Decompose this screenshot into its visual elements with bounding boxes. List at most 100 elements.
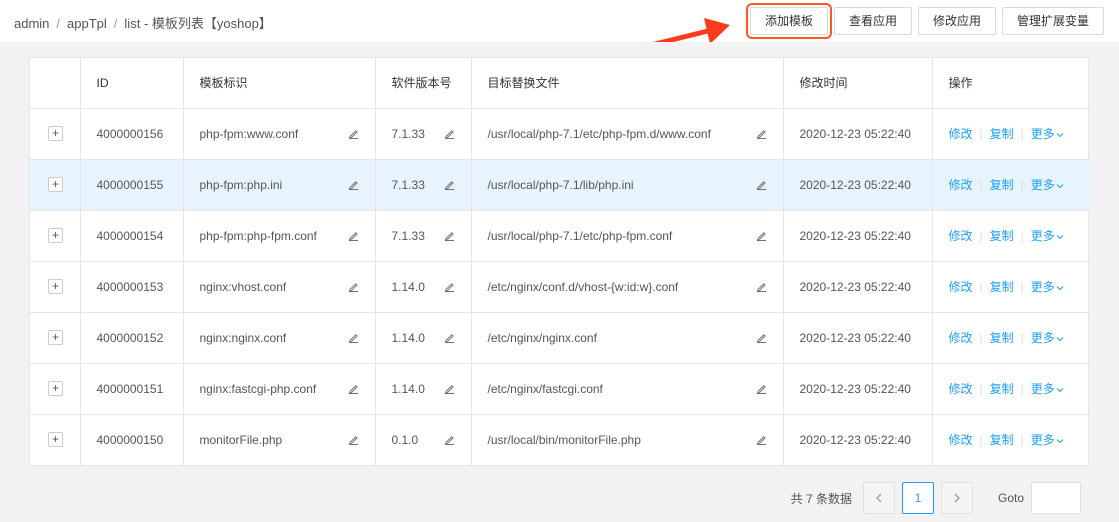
cell-actions: 修改 | 复制 | 更多 — [932, 363, 1090, 415]
expand-row-button[interactable]: + — [48, 381, 63, 396]
row-copy-link[interactable]: 复制 — [990, 178, 1014, 192]
view-app-button[interactable]: 查看应用 — [833, 7, 912, 35]
action-separator: | — [1020, 178, 1024, 192]
pencil-edit-icon[interactable] — [348, 332, 359, 343]
pencil-edit-icon[interactable] — [444, 434, 455, 446]
pencil-edit-icon[interactable] — [444, 179, 455, 190]
pencil-edit-icon[interactable] — [756, 281, 767, 292]
action-separator: | — [1020, 229, 1024, 243]
row-more-dropdown[interactable]: 更多 — [1031, 229, 1064, 243]
row-more-dropdown[interactable]: 更多 — [1031, 178, 1064, 192]
pencil-edit-icon[interactable] — [444, 383, 455, 394]
action-separator: | — [979, 382, 983, 396]
row-more-dropdown[interactable]: 更多 — [1031, 280, 1064, 294]
goto-page-input[interactable] — [1031, 482, 1081, 514]
row-more-dropdown[interactable]: 更多 — [1031, 127, 1064, 141]
pencil-edit-icon[interactable] — [756, 434, 767, 446]
template-name-text: nginx:fastcgi-php.conf — [199, 381, 317, 396]
expand-row-button[interactable]: + — [48, 228, 63, 243]
table-row[interactable]: +4000000154 php-fpm:php-fpm.conf 7.1.33/us… — [30, 210, 1090, 262]
cell-target-file: /usr/local/php-7.1/lib/php.ini — [471, 159, 784, 211]
chevron-down-icon — [1056, 285, 1064, 291]
cell-modified-time: 2020-12-23 05:22:40 — [783, 363, 933, 415]
table-row[interactable]: +4000000155 php-fpm:php.ini 7.1.33/usr/loc… — [30, 159, 1090, 211]
expand-row-button[interactable]: + — [48, 126, 63, 141]
action-separator: | — [979, 433, 983, 448]
pencil-edit-icon[interactable] — [348, 128, 359, 139]
table-row[interactable]: +4000000150 monitorFile.php 0.1.0/usr/loca… — [30, 414, 1090, 465]
pencil-edit-icon[interactable] — [444, 128, 455, 139]
pencil-edit-icon[interactable] — [348, 383, 359, 394]
row-edit-link[interactable]: 修改 — [949, 229, 973, 243]
row-edit-link[interactable]: 修改 — [949, 127, 973, 141]
row-copy-link[interactable]: 复制 — [990, 280, 1014, 294]
version-text: 1.14.0 — [391, 381, 425, 396]
row-more-label: 更多 — [1030, 433, 1055, 448]
add-template-button[interactable]: 添加模板 — [745, 3, 832, 39]
pencil-edit-icon[interactable] — [756, 179, 767, 190]
cell-actions: 修改 | 复制 | 更多 — [932, 210, 1090, 262]
pencil-edit-icon[interactable] — [444, 332, 455, 343]
expand-row-button[interactable]: + — [48, 279, 63, 294]
row-edit-link[interactable]: 修改 — [949, 331, 973, 345]
cell-template-name: php-fpm:www.conf — [183, 108, 376, 160]
row-copy-link[interactable]: 复制 — [990, 382, 1014, 396]
template-name-text: nginx:vhost.conf — [199, 279, 287, 294]
cell-id: 4000000153 — [80, 261, 184, 313]
breadcrumb-apptpl[interactable]: appTpl — [67, 16, 107, 31]
table-row[interactable]: +4000000156 php-fpm:www.conf 7.1.33/usr/lo… — [30, 108, 1090, 160]
pencil-edit-icon[interactable] — [444, 230, 455, 241]
page-1-button[interactable]: 1 — [901, 482, 934, 514]
row-more-label: 更多 — [1030, 280, 1055, 294]
version-text: 7.1.33 — [391, 126, 425, 141]
row-more-dropdown[interactable]: 更多 — [1031, 382, 1064, 396]
row-more-dropdown[interactable]: 更多 — [1031, 331, 1064, 345]
cell-modified-time: 2020-12-23 05:22:40 — [783, 261, 933, 313]
version-text: 0.1.0 — [391, 432, 419, 447]
breadcrumb-list[interactable]: list — [124, 16, 140, 31]
expand-row-button[interactable]: + — [48, 330, 63, 345]
pencil-edit-icon[interactable] — [348, 281, 359, 292]
row-edit-link[interactable]: 修改 — [949, 280, 973, 294]
pencil-edit-icon[interactable] — [756, 128, 767, 139]
version-text: 7.1.33 — [391, 177, 425, 192]
prev-page-button[interactable] — [862, 482, 895, 514]
row-copy-link[interactable]: 复制 — [990, 127, 1014, 141]
table-row[interactable]: +4000000153 nginx:vhost.conf 1.14.0/etc/ng… — [30, 261, 1090, 313]
pencil-edit-icon[interactable] — [756, 230, 767, 241]
cell-actions: 修改 | 复制 | 更多 — [932, 414, 1090, 465]
cell-id: 4000000154 — [80, 210, 184, 262]
pencil-edit-icon[interactable] — [756, 332, 767, 343]
cell-actions: 修改 | 复制 | 更多 — [932, 312, 1090, 364]
table-row[interactable]: +4000000151 nginx:fastcgi-php.conf 1.14.0 /… — [30, 363, 1090, 415]
row-more-dropdown[interactable]: 更多 — [1031, 433, 1064, 447]
pencil-edit-icon[interactable] — [348, 230, 359, 241]
cell-version: 7.1.33 — [375, 108, 472, 160]
cell-target-file: /usr/local/php-7.1/etc/php-fpm.d/www.con… — [471, 108, 784, 160]
target-file-text: /etc/nginx/nginx.conf — [487, 330, 597, 345]
expand-row-button[interactable]: + — [48, 432, 63, 448]
expand-cell: + — [30, 210, 81, 262]
row-more-label: 更多 — [1030, 178, 1055, 192]
table-header-row: ID 模板标识 软件版本号 目标替换文件 修改时间 操作 — [30, 58, 1090, 109]
next-page-button[interactable] — [940, 482, 973, 514]
table-row[interactable]: +4000000152 nginx:nginx.conf 1.14.0/etc/ng… — [30, 312, 1090, 364]
breadcrumb-admin[interactable]: admin — [14, 16, 49, 31]
row-more-label: 更多 — [1030, 331, 1055, 345]
row-edit-link[interactable]: 修改 — [949, 382, 973, 396]
edit-app-button[interactable]: 修改应用 — [917, 7, 996, 35]
expand-row-button[interactable]: + — [48, 177, 63, 192]
pencil-edit-icon[interactable] — [756, 383, 767, 394]
row-edit-link[interactable]: 修改 — [949, 178, 973, 192]
manage-vars-button[interactable]: 管理扩展变量 — [1001, 7, 1104, 35]
pencil-edit-icon[interactable] — [348, 434, 359, 446]
row-copy-link[interactable]: 复制 — [990, 331, 1014, 345]
row-edit-link[interactable]: 修改 — [949, 433, 973, 447]
target-file-text: /usr/local/php-7.1/lib/php.ini — [487, 177, 634, 192]
cell-template-name: nginx:vhost.conf — [183, 261, 376, 313]
pencil-edit-icon[interactable] — [348, 179, 359, 190]
row-copy-link[interactable]: 复制 — [990, 433, 1014, 447]
cell-modified-time: 2020-12-23 05:22:40 — [783, 414, 933, 465]
pencil-edit-icon[interactable] — [444, 281, 455, 292]
row-copy-link[interactable]: 复制 — [990, 229, 1014, 243]
